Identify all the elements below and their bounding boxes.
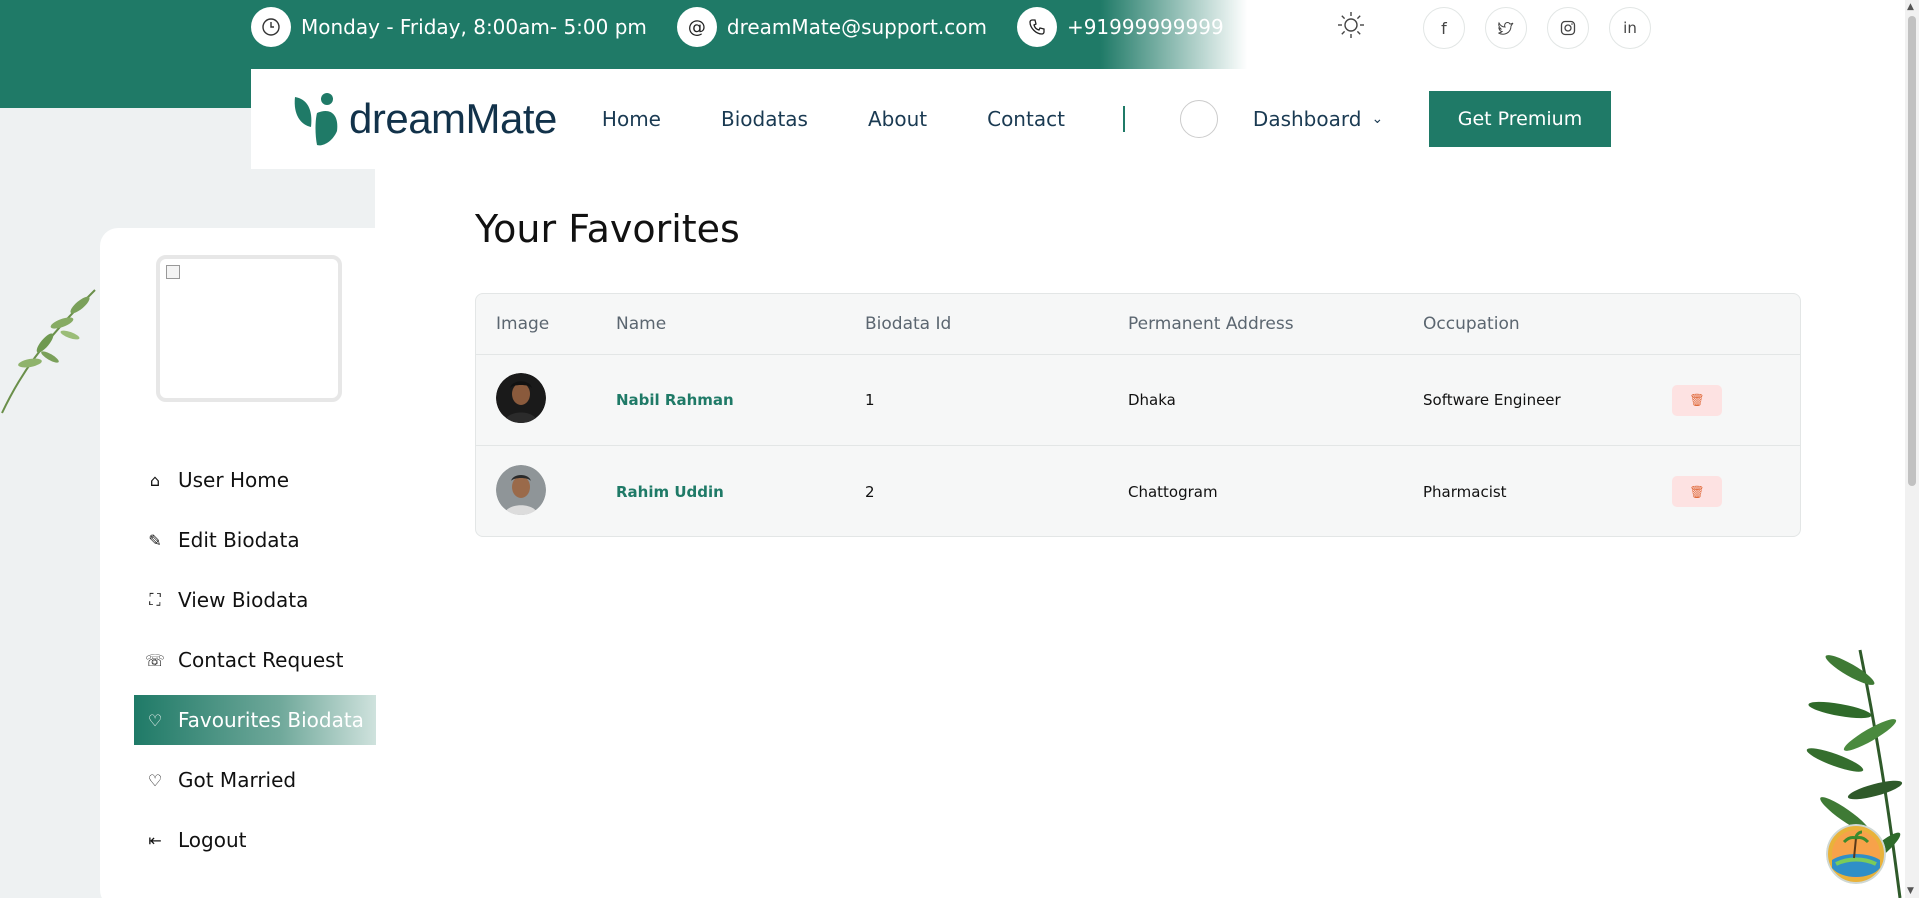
table-header: Image Name Biodata Id Permanent Address … — [476, 294, 1800, 355]
sidebar-item-logout[interactable]: ⇤ Logout — [134, 815, 376, 865]
logout-icon: ⇤ — [148, 830, 162, 850]
profile-photo — [496, 464, 546, 515]
user-avatar[interactable] — [1179, 100, 1218, 138]
clock-icon — [251, 7, 291, 47]
page-scrollbar[interactable]: ▲ ▼ — [1905, 0, 1919, 898]
nav-links: Home Biodatas About Contact Dashboard ⌄ — [602, 100, 1383, 138]
nav-about[interactable]: About — [868, 107, 927, 131]
scrollbar-thumb[interactable] — [1908, 16, 1916, 486]
column-header-name: Name — [616, 314, 667, 334]
sidebar-item-got-married[interactable]: ♡ Got Married — [134, 755, 376, 805]
heart-icon: ♡ — [147, 710, 163, 730]
trash-icon: 🗑 — [1689, 484, 1705, 499]
biodata-name-link[interactable]: Nabil Rahman — [616, 391, 734, 409]
column-header-image: Image — [496, 314, 550, 334]
delete-button[interactable]: 🗑 — [1672, 384, 1722, 416]
scroll-down-arrow-icon[interactable]: ▼ — [1907, 886, 1914, 896]
row-occupation: Pharmacist — [1423, 482, 1507, 501]
sidebar-item-label: Logout — [178, 828, 247, 852]
pencil-icon: ✎ — [148, 530, 162, 550]
phone-icon — [1016, 7, 1057, 47]
profile-photo — [496, 373, 546, 423]
office-hours: Monday - Friday, 8:00am- 5:00 pm — [251, 7, 647, 47]
contact-info-row: Monday - Friday, 8:00am- 5:00 pm @ dream… — [251, 7, 1254, 47]
column-header-occupation: Occupation — [1423, 314, 1520, 334]
sidebar-item-label: Favourites Biodata — [178, 708, 364, 732]
main-navbar: dreamMate Home Biodatas About Contact Da… — [251, 69, 1651, 169]
chevron-down-icon: ⌄ — [1371, 111, 1384, 127]
phone-call-icon: ☏ — [144, 650, 165, 670]
sidebar-item-view-biodata[interactable]: ⛶ View Biodata — [134, 575, 376, 625]
row-occupation: Software Engineer — [1423, 391, 1561, 409]
table-row: Rahim Uddin 2 Chattogram Pharmacist 🗑 — [476, 446, 1800, 537]
dashboard-label: Dashboard — [1252, 107, 1362, 131]
row-action-cell: 🗑 — [1672, 384, 1792, 416]
sidebar-item-favourites-biodata[interactable]: ♡ Favourites Biodata — [134, 695, 376, 745]
row-action-cell: 🗑 — [1672, 476, 1792, 507]
sidebar-item-contact-request[interactable]: ☏ Contact Request — [134, 635, 376, 685]
row-biodata-id: 2 — [865, 482, 875, 501]
nav-biodatas[interactable]: Biodatas — [721, 107, 808, 131]
broken-image-icon — [166, 265, 180, 279]
dashboard-sidebar: ⌂ User Home ✎ Edit Biodata ⛶ View Biodat… — [100, 228, 413, 898]
linkedin-icon[interactable]: in — [1609, 7, 1651, 49]
brand-name: dreamMate — [349, 95, 557, 142]
dashboard-dropdown[interactable]: Dashboard ⌄ — [1253, 107, 1383, 131]
scan-icon: ⛶ — [149, 590, 161, 609]
nav-divider — [1122, 106, 1125, 132]
sidebar-item-label: User Home — [178, 468, 290, 492]
plant-decoration-left — [1, 289, 96, 414]
profile-image — [156, 255, 342, 402]
floating-widget-button[interactable] — [1826, 824, 1886, 884]
scroll-up-arrow-icon[interactable]: ▲ — [1907, 2, 1914, 12]
at-icon: @ — [676, 7, 717, 47]
get-premium-button[interactable]: Get Premium — [1429, 91, 1611, 147]
row-image-cell — [476, 373, 616, 427]
sidebar-item-label: Contact Request — [178, 648, 344, 672]
sidebar-item-user-home[interactable]: ⌂ User Home — [134, 455, 376, 505]
sidebar-item-label: Got Married — [178, 768, 297, 792]
sidebar-item-label: View Biodata — [178, 588, 309, 612]
nav-contact[interactable]: Contact — [987, 107, 1065, 131]
brand-logo[interactable]: dreamMate — [291, 91, 557, 147]
support-email-text[interactable]: dreamMate@support.com — [727, 15, 987, 39]
row-address: Chattogram — [1128, 482, 1218, 501]
trash-icon: 🗑 — [1689, 393, 1705, 407]
row-biodata-id: 1 — [865, 391, 875, 409]
page-title: Your Favorites — [475, 207, 740, 251]
column-header-biodata-id: Biodata Id — [865, 314, 952, 334]
row-image-cell — [476, 464, 616, 519]
favorites-table: Image Name Biodata Id Permanent Address … — [475, 293, 1801, 537]
row-address: Dhaka — [1128, 391, 1176, 409]
row-name-cell[interactable]: Nabil Rahman — [616, 391, 865, 409]
support-phone[interactable]: +91999999999 — [1016, 7, 1224, 47]
sidebar-item-label: Edit Biodata — [178, 528, 300, 552]
column-header-address: Permanent Address — [1128, 314, 1294, 334]
support-phone-text[interactable]: +91999999999 — [1067, 15, 1224, 39]
support-email[interactable]: @ dreamMate@support.com — [676, 7, 987, 47]
social-links: f in — [1423, 7, 1671, 49]
table-row: Nabil Rahman 1 Dhaka Software Engineer 🗑 — [476, 355, 1800, 446]
leaf-logo-icon — [294, 93, 338, 146]
sun-icon[interactable] — [1335, 9, 1367, 41]
sidebar-menu: ⌂ User Home ✎ Edit Biodata ⛶ View Biodat… — [134, 455, 376, 875]
twitter-icon[interactable] — [1485, 7, 1527, 49]
office-hours-text: Monday - Friday, 8:00am- 5:00 pm — [301, 15, 647, 39]
facebook-icon[interactable]: f — [1423, 7, 1465, 49]
hearts-icon: ♡ — [147, 770, 163, 790]
house-icon: ⌂ — [149, 470, 161, 490]
sidebar-item-edit-biodata[interactable]: ✎ Edit Biodata — [134, 515, 376, 565]
nav-home[interactable]: Home — [602, 107, 661, 131]
instagram-icon[interactable] — [1547, 7, 1589, 49]
biodata-name-link[interactable]: Rahim Uddin — [616, 483, 724, 501]
delete-button[interactable]: 🗑 — [1672, 476, 1722, 507]
row-name-cell[interactable]: Rahim Uddin — [616, 483, 865, 501]
